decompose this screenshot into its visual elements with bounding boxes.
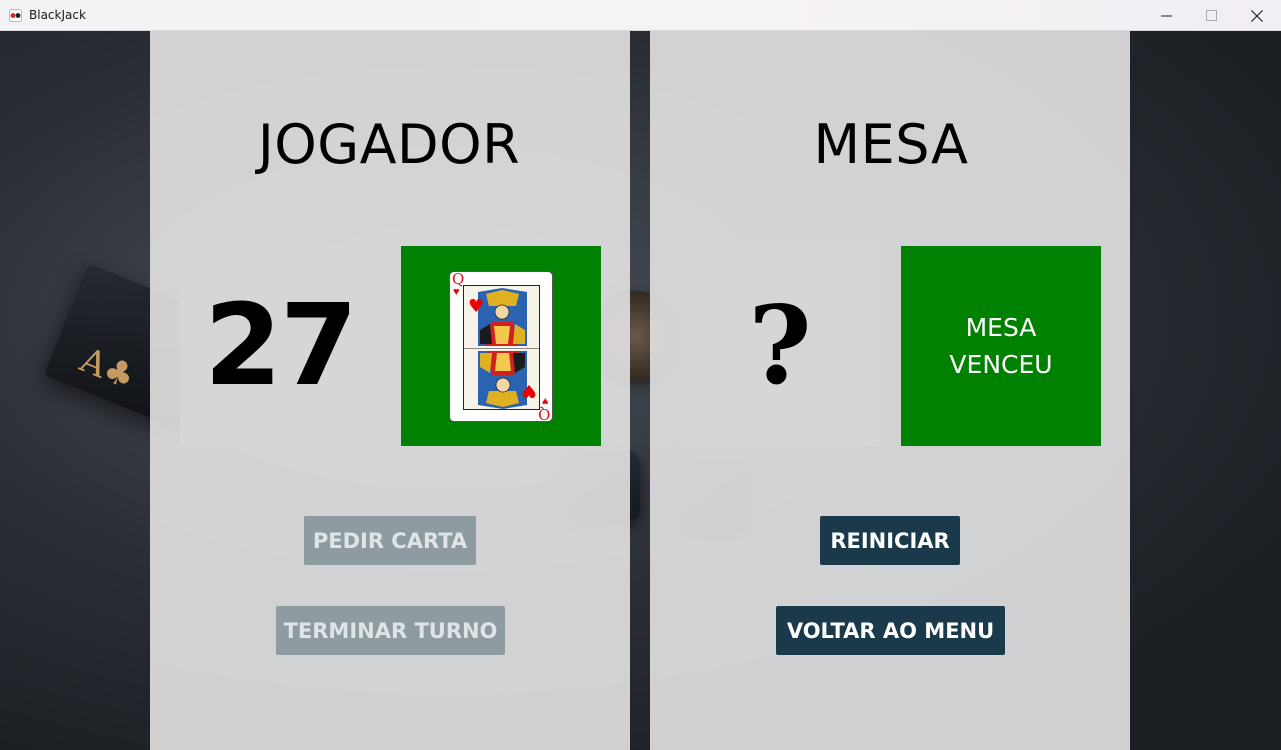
player-score: 27	[204, 281, 358, 411]
hit-button[interactable]: PEDIR CARTA	[304, 516, 476, 565]
playing-card: Q ♥ ♥ ♥ ♥ Q	[449, 270, 553, 422]
player-card-area: Q ♥ ♥ ♥ ♥ Q	[401, 246, 601, 446]
minimize-icon	[1160, 15, 1172, 17]
result-box: MESA VENCEU	[901, 246, 1101, 446]
stand-button[interactable]: TERMINAR TURNO	[276, 606, 505, 655]
svg-text:♥: ♥	[521, 380, 537, 401]
close-button[interactable]	[1234, 0, 1280, 31]
back-to-menu-button[interactable]: VOLTAR AO MENU	[776, 606, 1005, 655]
dealer-score: ?	[748, 283, 812, 409]
queen-of-hearts-face: ♥ ♥	[463, 284, 540, 410]
dealer-title: MESA	[813, 113, 969, 176]
heart-icon: ♥	[542, 394, 549, 407]
window-title: BlackJack	[29, 8, 86, 22]
restart-button[interactable]: REINICIAR	[820, 516, 960, 565]
player-score-box: 27	[180, 246, 380, 446]
player-panel: JOGADOR 27 Q ♥ ♥ ♥ ♥ Q PEDIR CARTA TERMI…	[150, 31, 630, 750]
maximize-button[interactable]	[1188, 0, 1234, 31]
app-icon	[9, 9, 22, 22]
close-icon	[1251, 9, 1263, 22]
card-rank: Q	[537, 404, 550, 422]
heart-icon: ♥	[453, 285, 460, 298]
dealer-score-box: ?	[680, 246, 880, 446]
maximize-icon	[1205, 10, 1217, 21]
title-bar: BlackJack	[0, 0, 1281, 31]
queen-figure-icon: ♥ ♥	[464, 285, 539, 409]
svg-text:♥: ♥	[468, 296, 484, 317]
minimize-button[interactable]	[1143, 0, 1189, 31]
dealer-panel: MESA ? MESA VENCEU REINICIAR VOLTAR AO M…	[650, 31, 1130, 750]
result-text: MESA VENCEU	[949, 313, 1053, 379]
player-title: JOGADOR	[257, 113, 521, 176]
